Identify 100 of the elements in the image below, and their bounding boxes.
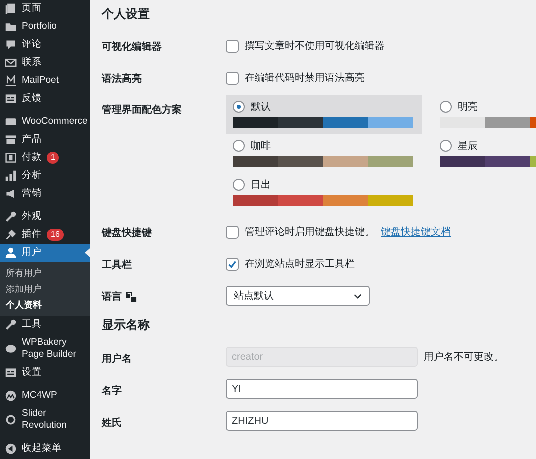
sidebar-item[interactable]: 分析 bbox=[0, 167, 90, 185]
section-heading: 个人设置 bbox=[102, 6, 151, 23]
translate-icon bbox=[126, 292, 137, 302]
radio-button[interactable] bbox=[233, 101, 245, 113]
color-scheme-option[interactable]: 星辰 bbox=[433, 134, 536, 173]
sidebar-item[interactable]: 页面 bbox=[0, 0, 90, 18]
ring-icon bbox=[5, 414, 17, 426]
sidebar-item[interactable]: 产品 bbox=[0, 131, 90, 149]
sidebar-item[interactable]: Portfolio bbox=[0, 18, 90, 36]
page-icon bbox=[5, 3, 17, 15]
text-input[interactable]: YI bbox=[226, 379, 418, 399]
field-note: 用户名不可更改。 bbox=[424, 350, 504, 364]
bar-chart-icon bbox=[5, 170, 17, 182]
sidebar-item[interactable]: Slider Revolution bbox=[0, 405, 90, 435]
menu-label: 工具 bbox=[22, 319, 42, 331]
menu-label: Slider Revolution bbox=[22, 408, 68, 432]
menu-label: 设置 bbox=[22, 367, 42, 379]
radio-button[interactable] bbox=[233, 179, 245, 191]
count-badge: 1 bbox=[47, 152, 60, 164]
scheme-name: 星辰 bbox=[458, 140, 478, 153]
sidebar-item[interactable]: WPBakery Page Builder bbox=[0, 334, 90, 364]
collapse-menu-button[interactable]: 收起菜单 bbox=[0, 440, 90, 458]
field-label: 工具栏 bbox=[102, 258, 132, 272]
checkbox-label: 撰写文章时不使用可视化编辑器 bbox=[245, 40, 385, 53]
count-badge: 16 bbox=[47, 229, 64, 241]
menu-label: WooCommerce bbox=[22, 116, 88, 128]
scheme-name: 明亮 bbox=[458, 100, 478, 114]
scheme-name: 默认 bbox=[251, 101, 271, 114]
submenu-item[interactable]: 添加用户 bbox=[0, 281, 90, 297]
radio-button[interactable] bbox=[440, 101, 452, 113]
megaphone-icon bbox=[5, 188, 17, 200]
scheme-name: 咖啡 bbox=[251, 140, 271, 153]
sidebar-item[interactable]: MC4WP bbox=[0, 387, 90, 405]
menu-label: 用户 bbox=[22, 247, 42, 259]
checkbox-label: 在编辑代码时禁用语法高亮 bbox=[245, 72, 365, 85]
envelope-icon bbox=[5, 57, 17, 69]
field-label: 键盘快捷键 bbox=[102, 226, 152, 240]
dollar-icon bbox=[5, 152, 17, 164]
sidebar-item[interactable]: 插件 16 bbox=[0, 226, 90, 244]
settings-icon bbox=[5, 367, 17, 379]
speech-bubble-icon bbox=[5, 39, 17, 51]
sidebar-item[interactable]: 评论 bbox=[0, 36, 90, 54]
box-icon bbox=[5, 134, 17, 146]
menu-label: 评论 bbox=[22, 39, 42, 51]
menu-label: 页面 bbox=[22, 3, 42, 15]
color-scheme-option[interactable]: 咖啡 bbox=[226, 134, 422, 173]
sidebar-item[interactable]: 付款 1 bbox=[0, 149, 90, 167]
menu-label: 产品 bbox=[22, 134, 42, 146]
chevron-down-icon bbox=[354, 294, 362, 298]
badge-circle-icon bbox=[5, 390, 17, 402]
menu-label: 分析 bbox=[22, 170, 42, 182]
language-select[interactable]: 站点默认 bbox=[226, 286, 370, 306]
checkbox[interactable] bbox=[226, 72, 239, 84]
menu-label: 付款 bbox=[22, 152, 42, 164]
cloud-icon bbox=[5, 343, 17, 355]
field-label: 语言 bbox=[102, 290, 122, 304]
sidebar-item[interactable]: 反馈 bbox=[0, 90, 90, 108]
checkbox-label: 在浏览站点时显示工具栏 bbox=[245, 258, 355, 271]
menu-label: 插件 bbox=[22, 229, 42, 241]
menu-label: 营销 bbox=[22, 188, 42, 200]
pointer-triangle-icon bbox=[85, 248, 90, 258]
user-icon bbox=[5, 247, 17, 259]
radio-button[interactable] bbox=[233, 140, 245, 152]
section-heading: 显示名称 bbox=[102, 317, 151, 334]
docs-link[interactable]: 键盘快捷键文档 bbox=[381, 225, 451, 239]
plug-icon bbox=[5, 229, 17, 241]
folder-icon bbox=[5, 21, 17, 33]
sidebar-item[interactable]: 外观 bbox=[0, 208, 90, 226]
sidebar-item[interactable]: 联系 bbox=[0, 54, 90, 72]
menu-label: 联系 bbox=[22, 57, 42, 69]
checkbox[interactable] bbox=[226, 258, 239, 270]
form-icon bbox=[5, 93, 17, 105]
sidebar-item[interactable]: 营销 bbox=[0, 185, 90, 203]
menu-label: 外观 bbox=[22, 211, 42, 223]
checkbox-label: 管理评论时启用键盘快捷键。 bbox=[245, 226, 375, 239]
menu-label: Portfolio bbox=[22, 21, 57, 33]
field-label: 管理界面配色方案 bbox=[102, 103, 182, 117]
sidebar-item[interactable]: 设置 bbox=[0, 364, 90, 382]
color-scheme-option[interactable]: 日出 bbox=[226, 173, 422, 212]
field-label: 可视化编辑器 bbox=[102, 40, 162, 54]
submenu-item[interactable]: 所有用户 bbox=[0, 265, 90, 281]
sidebar-item[interactable]: 用户 bbox=[0, 244, 90, 262]
checkbox[interactable] bbox=[226, 226, 239, 238]
text-input[interactable]: ZHIZHU bbox=[226, 411, 418, 431]
field-label: 语法高亮 bbox=[102, 72, 142, 86]
menu-label: WPBakery Page Builder bbox=[22, 337, 78, 361]
submenu-item[interactable]: 个人资料 bbox=[0, 297, 90, 313]
sidebar-item[interactable]: 工具 bbox=[0, 316, 90, 334]
checkbox[interactable] bbox=[226, 40, 239, 52]
field-label: 姓氏 bbox=[102, 416, 122, 430]
sidebar-item[interactable]: MailPoet bbox=[0, 72, 90, 90]
field-label: 名字 bbox=[102, 384, 122, 398]
menu-label: MailPoet bbox=[22, 75, 59, 87]
radio-button[interactable] bbox=[440, 140, 452, 152]
color-scheme-option[interactable]: 默认 bbox=[226, 95, 422, 134]
color-scheme-option[interactable]: 明亮 bbox=[433, 95, 536, 134]
sidebar-item[interactable]: WooCommerce bbox=[0, 113, 90, 131]
menu-label: 反馈 bbox=[22, 93, 42, 105]
field-label: 用户名 bbox=[102, 352, 132, 366]
letter-m-icon bbox=[5, 75, 17, 87]
